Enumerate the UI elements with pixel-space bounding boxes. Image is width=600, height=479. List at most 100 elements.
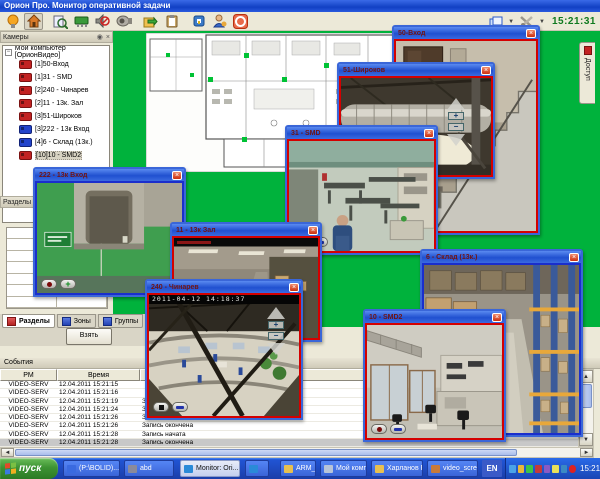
lock-icon[interactable] xyxy=(189,13,208,30)
tree-item-camera-10[interactable]: [10]10 - SMD2 xyxy=(3,149,109,162)
ptz-down-icon[interactable] xyxy=(267,343,285,355)
tree-root[interactable]: − Мой компьютер [ОрионВидео] xyxy=(3,46,109,58)
tree-item-camera-11[interactable]: [2]11 - 13к. Зал xyxy=(3,97,109,110)
tab-sections[interactable]: Разделы xyxy=(2,314,55,328)
scrollbar-thumb[interactable] xyxy=(15,449,517,456)
stop-record-button[interactable] xyxy=(153,402,169,412)
home-icon[interactable] xyxy=(24,13,43,30)
taskbar-item-bolid[interactable]: (P:\BOLID)... xyxy=(63,460,120,477)
lamp-icon[interactable] xyxy=(3,13,22,30)
camera-window-222[interactable]: 222 - 13к Вход × + xyxy=(33,167,186,297)
camera-blue-icon xyxy=(19,125,32,134)
camera-blue-icon xyxy=(19,138,32,147)
camera-icon[interactable] xyxy=(114,13,133,30)
collapse-icon[interactable]: − xyxy=(5,49,12,56)
tray-icon-8[interactable] xyxy=(569,465,576,473)
tree-item-camera-222[interactable]: [3]222 - 13к Вход xyxy=(3,123,109,136)
ptz-control[interactable]: + − xyxy=(259,307,293,355)
window-titlebar[interactable]: 51-Широков × xyxy=(339,64,493,76)
sound-muted-icon[interactable] xyxy=(93,13,112,30)
add-button[interactable]: + xyxy=(60,279,76,289)
tree-item-camera-240[interactable]: [2]240 - Чинарев xyxy=(3,84,109,97)
tree-item-camera-51[interactable]: [3]51-Широков xyxy=(3,110,109,123)
export-icon[interactable] xyxy=(141,13,160,30)
taskbar-item-monitor[interactable]: Monitor: Ori... xyxy=(180,460,240,477)
ptz-down-icon[interactable] xyxy=(447,134,465,146)
scrollbar-track[interactable] xyxy=(518,448,580,457)
stop-button[interactable] xyxy=(390,424,406,434)
tab-groups[interactable]: Группы xyxy=(98,314,143,328)
tree-item-camera-31[interactable]: [1]31 - SMD xyxy=(3,71,109,84)
ptz-zoom-in[interactable]: + xyxy=(448,112,464,120)
video-frame-240: 2011-04-12 14:18:37 + xyxy=(147,293,301,418)
close-icon[interactable]: × xyxy=(424,129,434,138)
timestamp-fragment xyxy=(177,241,211,244)
close-icon[interactable]: × xyxy=(308,226,318,235)
close-icon[interactable]: × xyxy=(569,253,579,262)
ptz-zoom-out[interactable]: − xyxy=(448,123,464,131)
tray-icon-7[interactable] xyxy=(561,465,568,473)
taskbar-item-abd[interactable]: abd xyxy=(124,460,174,477)
ptz-zoom-out[interactable]: − xyxy=(268,332,284,340)
take-button[interactable]: Взять xyxy=(66,328,112,345)
tray-icon-3[interactable] xyxy=(526,465,533,473)
record-button[interactable] xyxy=(371,424,387,434)
camera-window-240[interactable]: 240 - Чинарев × 2011-04-12 14:18:37 xyxy=(145,279,303,420)
scroll-right-icon[interactable]: ► xyxy=(580,448,593,457)
window-titlebar[interactable]: 31 - SMD × xyxy=(287,127,436,139)
tab-zones[interactable]: Зоны xyxy=(57,314,96,328)
pin-icon[interactable]: ◉ xyxy=(97,32,103,42)
close-icon[interactable]: × xyxy=(526,29,536,38)
close-icon[interactable]: × xyxy=(481,66,491,75)
close-icon[interactable]: × xyxy=(492,313,502,322)
tray-icon-4[interactable] xyxy=(535,465,542,473)
tools-dropdown-icon[interactable]: ▼ xyxy=(539,19,545,25)
taskbar-item-video-screen[interactable]: video_scree... xyxy=(427,460,478,477)
start-button[interactable]: пуск xyxy=(0,458,58,479)
taskbar: пуск (P:\BOLID)... abd Monitor: Ori... A… xyxy=(0,458,600,479)
window-titlebar[interactable]: 11 - 13к Зал × xyxy=(172,224,320,236)
tray-icon-5[interactable] xyxy=(544,465,551,473)
window-titlebar[interactable]: 10 - SMD2 × xyxy=(365,311,504,323)
scroll-left-icon[interactable]: ◄ xyxy=(1,448,14,457)
close-icon[interactable]: × xyxy=(106,32,110,42)
monitor-icon xyxy=(184,465,193,473)
app-title: Орион Про. Монитор оперативной задачи xyxy=(4,1,170,10)
window-titlebar[interactable]: 50-Вход × xyxy=(394,27,538,39)
video-frame-222: + xyxy=(35,181,184,295)
tray-icon-1[interactable] xyxy=(509,465,516,473)
ptz-up-icon[interactable] xyxy=(447,98,465,110)
taskbar-item-window[interactable] xyxy=(245,460,269,477)
clipboard-icon[interactable] xyxy=(162,13,181,30)
tree-item-camera-6[interactable]: [4]6 - Склад (13к.) xyxy=(3,136,109,149)
user-icon[interactable] xyxy=(210,13,229,30)
window-titlebar[interactable]: 222 - 13к Вход × xyxy=(35,169,184,181)
ptz-zoom-in[interactable]: + xyxy=(268,321,284,329)
taskbar-item-my-computer[interactable]: Мой комп... xyxy=(320,460,367,477)
events-horizontal-scrollbar[interactable]: ◄ ► xyxy=(0,447,594,458)
close-icon[interactable]: × xyxy=(172,171,182,180)
column-pm[interactable]: РМ xyxy=(0,369,57,381)
access-side-tab[interactable]: Доступ xyxy=(579,42,595,104)
window-titlebar[interactable]: 240 - Чинарев × xyxy=(147,281,301,293)
tree-item-camera-50[interactable]: [1]50-Вход xyxy=(3,58,109,71)
taskbar-item-user-folder[interactable]: Харланов Р... xyxy=(371,460,423,477)
language-indicator[interactable]: EN xyxy=(482,460,502,477)
tray-icon-6[interactable] xyxy=(552,465,559,473)
power-off-icon[interactable] xyxy=(231,13,250,30)
tray-icon-2[interactable] xyxy=(518,465,525,473)
network-card-icon[interactable] xyxy=(72,13,91,30)
camera-window-10[interactable]: 10 - SMD2 × xyxy=(363,309,506,442)
record-button[interactable] xyxy=(41,279,57,289)
app-titlebar[interactable]: Орион Про. Монитор оперативной задачи xyxy=(0,0,600,12)
column-time[interactable]: Время xyxy=(57,369,140,381)
plan-search-icon[interactable] xyxy=(51,13,70,30)
ptz-up-icon[interactable] xyxy=(267,307,285,319)
ptz-control[interactable]: + − xyxy=(439,98,473,146)
window-titlebar[interactable]: 6 - Склад (13к.) × xyxy=(422,251,581,263)
camera-red-icon xyxy=(19,60,32,69)
taskbar-item-arm-folder[interactable]: ARM_ORI... xyxy=(280,460,316,477)
close-icon[interactable]: × xyxy=(289,283,299,292)
window-layout-dropdown-icon[interactable]: ▼ xyxy=(508,19,514,25)
stop-button[interactable] xyxy=(172,402,188,412)
